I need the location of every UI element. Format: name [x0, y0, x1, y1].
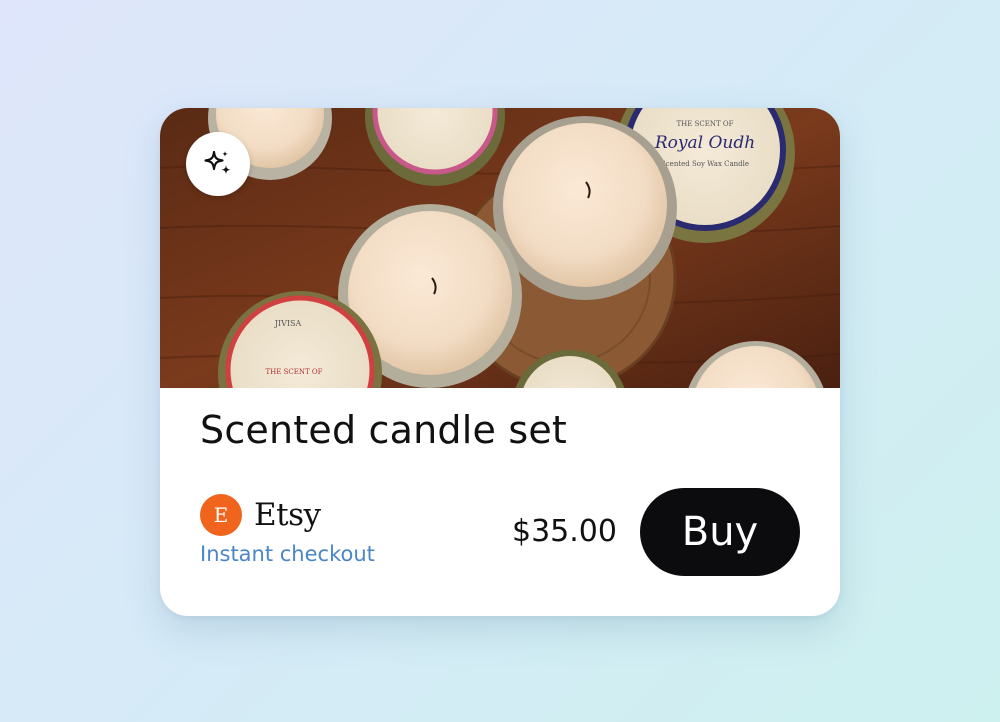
instant-checkout-link[interactable]: Instant checkout	[200, 542, 375, 566]
merchant-info: E Etsy	[200, 494, 321, 536]
scent-sub-right: Scented Soy Wax Candle	[661, 160, 749, 168]
scent-label-right: THE SCENT OF	[677, 120, 734, 128]
sparkles-icon	[204, 150, 231, 175]
etsy-logo-icon: E	[200, 494, 242, 536]
ai-sparkle-button[interactable]	[186, 132, 250, 196]
brand-left: JIVISA	[274, 319, 302, 328]
product-title: Scented candle set	[200, 408, 568, 452]
merchant-name: Etsy	[254, 497, 321, 533]
scent-name-right: Royal Oudh	[654, 133, 755, 153]
price: $35.00	[512, 514, 617, 549]
scent-label-left: THE SCENT OF	[266, 368, 323, 376]
buy-button[interactable]: Buy	[640, 488, 800, 576]
product-card: THE SCENT OF Royal Oudh Scented Soy Wax …	[160, 108, 840, 616]
product-image: THE SCENT OF Royal Oudh Scented Soy Wax …	[160, 108, 840, 388]
